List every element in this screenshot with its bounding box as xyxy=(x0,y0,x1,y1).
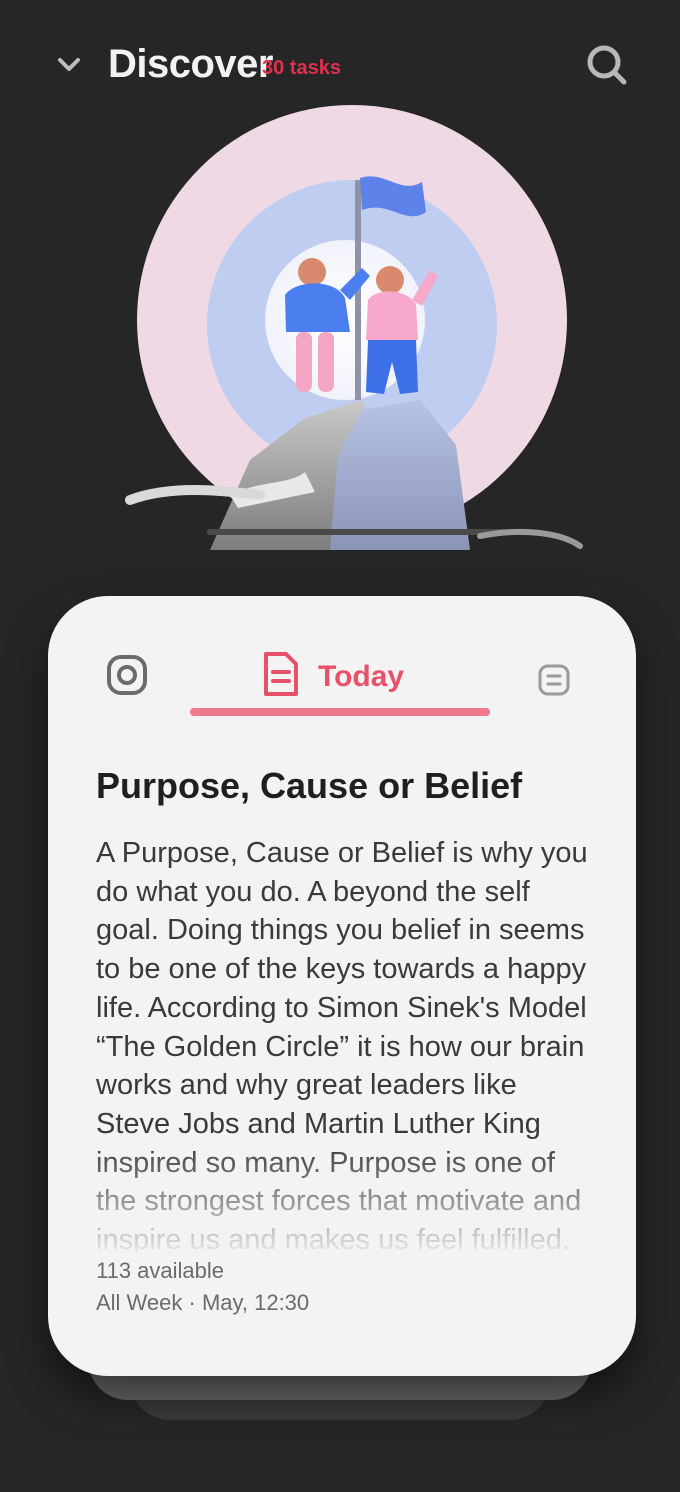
tab-underline xyxy=(190,708,490,716)
card-body: A Purpose, Cause or Belief is why you do… xyxy=(96,834,590,1252)
page-title: Discover xyxy=(108,42,273,86)
card-title: Purpose, Cause or Belief xyxy=(96,765,523,806)
more-icon[interactable] xyxy=(534,660,574,700)
schedule-text: All Week · May, 12:30 xyxy=(96,1290,310,1315)
task-count-badge: 30 tasks xyxy=(262,57,341,79)
chevron-down-icon[interactable] xyxy=(52,50,86,80)
document-icon xyxy=(260,650,300,703)
discover-screen: Discover 30 tasks Today Purpose, Cause o… xyxy=(0,0,680,1492)
task-card[interactable]: Today Purpose, Cause or Belief A Purpose… xyxy=(48,596,636,1376)
search-icon[interactable] xyxy=(582,40,632,90)
text-fade-overlay xyxy=(96,1142,590,1252)
tab-today[interactable]: Today xyxy=(190,646,490,720)
settings-icon[interactable] xyxy=(104,652,150,698)
availability-text: 113 available xyxy=(96,1258,225,1283)
tab-content: Today xyxy=(260,650,404,703)
celebration-illustration xyxy=(100,100,620,570)
tab-label: Today xyxy=(318,659,405,693)
